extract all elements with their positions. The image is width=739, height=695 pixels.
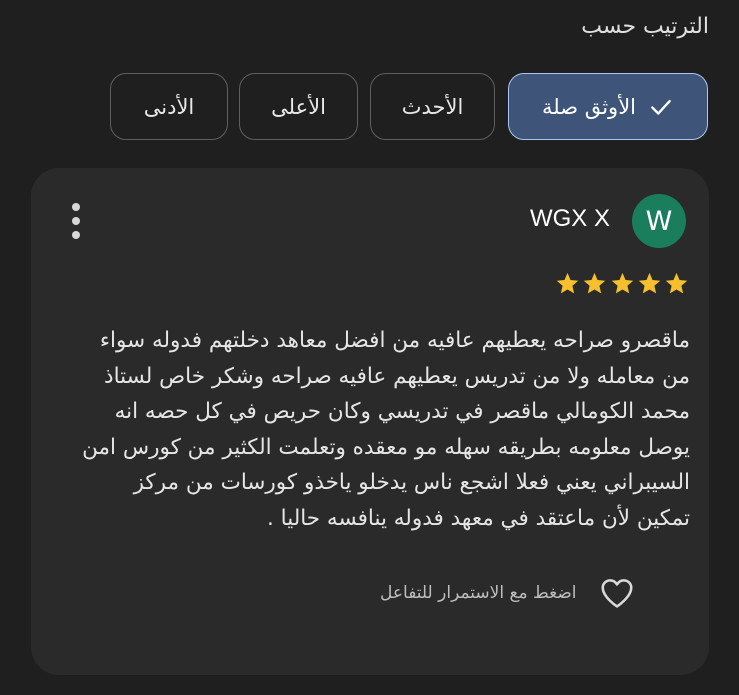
more-vert-icon[interactable] <box>62 200 90 242</box>
review-text: ماقصرو صراحه يعطيهم عافيه من افضل معاهد … <box>82 328 690 531</box>
star-rating <box>555 271 689 297</box>
star-icon <box>556 272 579 294</box>
sort-by-label: الترتيب حسب <box>581 14 709 39</box>
star-icon <box>584 272 606 294</box>
sort-chip-newest[interactable]: الأحدث <box>370 73 495 140</box>
reviewer-name[interactable]: WGX X <box>530 205 610 233</box>
sort-chip-label: الأدنى <box>143 94 195 119</box>
star-icon <box>611 272 633 294</box>
sort-chip-highest[interactable]: الأعلى <box>239 73 358 140</box>
sort-chip-label: الأعلى <box>271 94 326 119</box>
star-icon <box>638 272 660 294</box>
star-icon <box>665 272 688 294</box>
sort-chip-label: الأوثق صلة <box>541 94 637 119</box>
react-hint-label: اضغط مع الاستمرار للتفاعل <box>380 583 577 603</box>
heart-outline-icon[interactable] <box>597 574 637 612</box>
check-icon <box>651 99 671 115</box>
sort-chip-label: الأحدث <box>401 94 464 119</box>
sort-chip-lowest[interactable]: الأدنى <box>110 73 228 140</box>
avatar[interactable]: W <box>632 194 686 248</box>
react-row: اضغط مع الاستمرار للتفاعل <box>380 572 665 614</box>
sort-chip-most-relevant[interactable]: الأوثق صلة <box>508 73 708 140</box>
